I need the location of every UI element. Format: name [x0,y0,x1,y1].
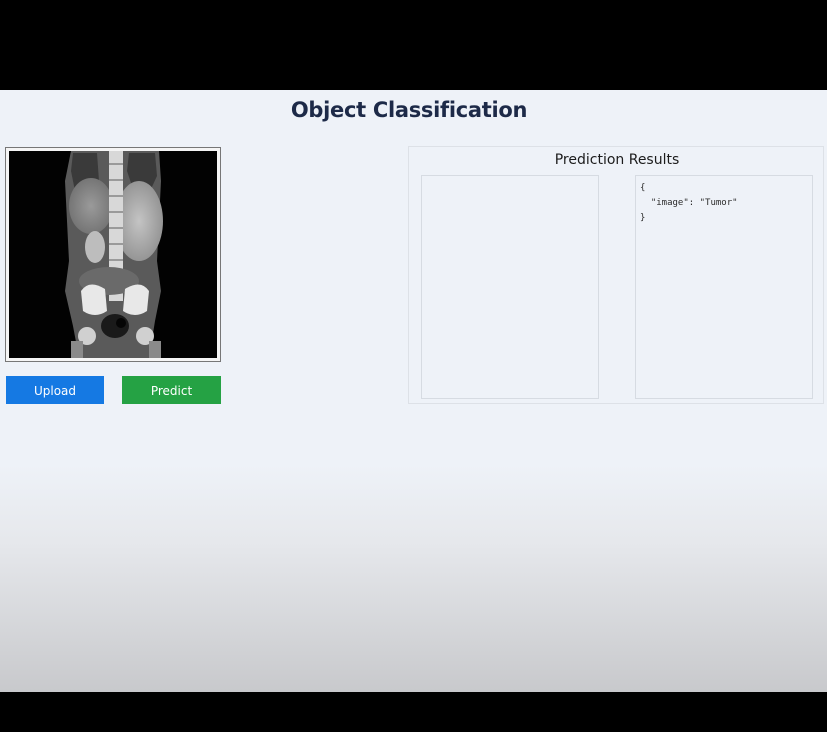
prediction-results-panel: Prediction Results { "image": "Tumor" } [408,146,824,404]
uploaded-image-preview [5,147,221,362]
letterbox-bottom [0,692,827,732]
json-close-brace: } [640,213,646,223]
ct-scan-image [9,151,217,358]
json-output-box: { "image": "Tumor" } [635,175,813,399]
upload-button[interactable]: Upload [6,376,104,404]
letterbox-top [0,0,827,90]
predict-button[interactable]: Predict [122,376,221,404]
results-title: Prediction Results [554,152,680,168]
json-image-entry: "image": "Tumor" [640,198,738,208]
json-open-brace: { [640,183,646,193]
result-image-box [421,175,599,399]
app-window: Object Classification Upload Predict Pre… [0,90,827,692]
page-title: Object Classification [290,98,528,122]
